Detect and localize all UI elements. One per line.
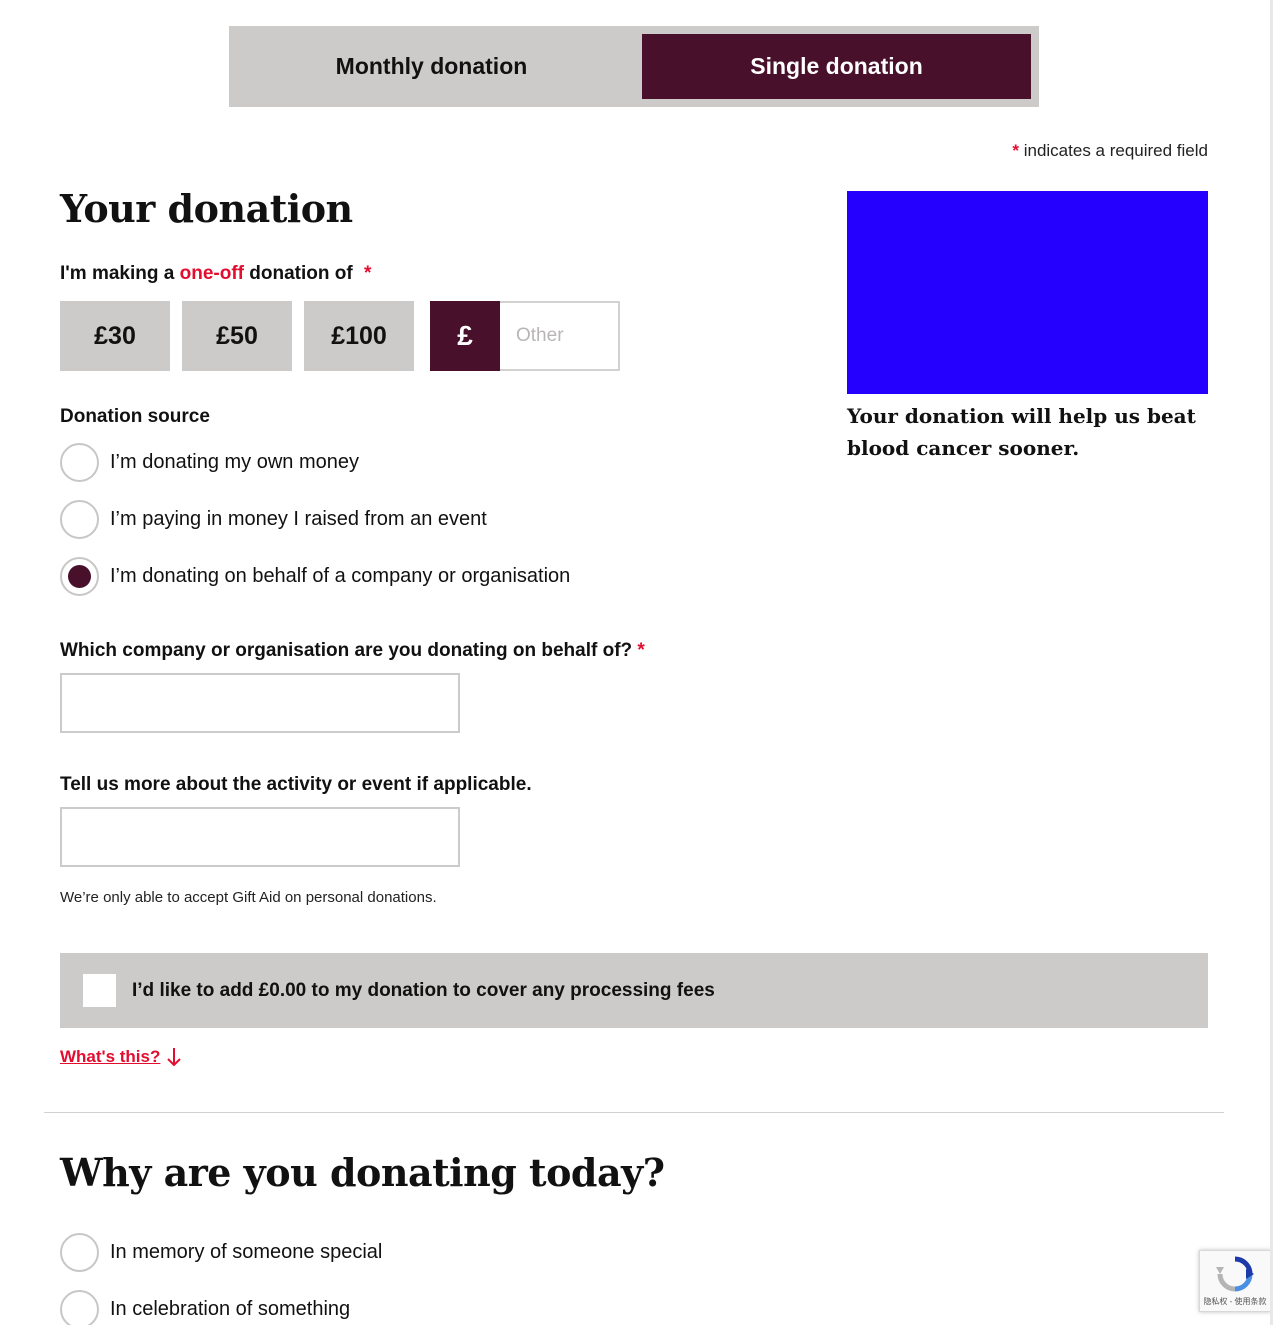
other-amount-input[interactable] <box>500 301 620 371</box>
currency-prefix: £ <box>430 301 500 371</box>
processing-fees-label: I’d like to add £0.00 to my donation to … <box>132 979 715 1001</box>
source-option-label: I’m paying in money I raised from an eve… <box>110 508 487 530</box>
required-star: * <box>637 640 645 661</box>
donation-source-label: Donation source <box>60 406 210 427</box>
radio-button[interactable] <box>60 500 99 539</box>
amount-button-30[interactable]: £30 <box>60 301 170 371</box>
required-star: * <box>1012 141 1019 160</box>
your-donation-heading: Your donation <box>60 186 353 231</box>
amount-label-pre: I'm making a <box>60 263 175 284</box>
recaptcha-links[interactable]: 隐私权 - 使用条款 <box>1203 1296 1266 1307</box>
amount-button-100[interactable]: £100 <box>304 301 414 371</box>
radio-button[interactable] <box>60 1290 99 1325</box>
radio-button[interactable] <box>60 1233 99 1272</box>
source-option-own-money[interactable]: I’m donating my own money <box>60 443 359 482</box>
company-field-label: Which company or organisation are you do… <box>60 640 645 662</box>
reason-option-label: In celebration of something <box>110 1298 351 1320</box>
processing-fees-panel: I’d like to add £0.00 to my donation to … <box>60 953 1208 1028</box>
gift-aid-note: We’re only able to accept Gift Aid on pe… <box>60 889 437 906</box>
activity-field-label: Tell us more about the activity or event… <box>60 774 532 795</box>
amount-label: I'm making a one-off donation of * <box>60 263 371 285</box>
recaptcha-icon <box>1216 1256 1254 1292</box>
recaptcha-badge[interactable]: 隐私权 - 使用条款 <box>1199 1250 1271 1312</box>
radio-button[interactable] <box>60 443 99 482</box>
source-option-event-money[interactable]: I’m paying in money I raised from an eve… <box>60 500 487 539</box>
why-donating-heading: Why are you donating today? <box>60 1150 665 1195</box>
required-field-note: * indicates a required field <box>1012 141 1208 161</box>
source-option-label: I’m donating my own money <box>110 451 360 473</box>
amount-label-accent: one-off <box>179 263 244 284</box>
donation-type-toggle: Monthly donation Single donation <box>229 26 1039 107</box>
source-option-label: I’m donating on behalf of a company or o… <box>110 565 571 587</box>
whats-this-text[interactable]: What's this? <box>60 1047 160 1067</box>
source-option-company[interactable]: I’m donating on behalf of a company or o… <box>60 557 570 596</box>
amount-button-50[interactable]: £50 <box>182 301 292 371</box>
radio-button-selected[interactable] <box>60 557 99 596</box>
required-star: * <box>363 263 372 284</box>
amount-label-post: donation of <box>249 263 353 284</box>
arrow-down-icon <box>167 1048 182 1067</box>
single-donation-tab[interactable]: Single donation <box>642 34 1031 99</box>
monthly-donation-tab[interactable]: Monthly donation <box>237 34 626 99</box>
company-name-input[interactable] <box>60 673 460 733</box>
radio-selected-dot <box>68 565 91 588</box>
processing-fees-checkbox[interactable] <box>83 974 116 1007</box>
promo-text: Your donation will help us beat blood ca… <box>847 404 1196 460</box>
required-note-text: indicates a required field <box>1023 141 1208 160</box>
section-divider <box>44 1112 1224 1113</box>
reason-option-memory[interactable]: In memory of someone special <box>60 1233 382 1272</box>
company-field-label-text: Which company or organisation are you do… <box>60 640 633 661</box>
promo-image <box>847 191 1208 394</box>
reason-option-celebration[interactable]: In celebration of something <box>60 1290 350 1325</box>
reason-option-label: In memory of someone special <box>110 1241 383 1263</box>
activity-input[interactable] <box>60 807 460 867</box>
whats-this-link[interactable]: What's this? <box>60 1047 182 1067</box>
